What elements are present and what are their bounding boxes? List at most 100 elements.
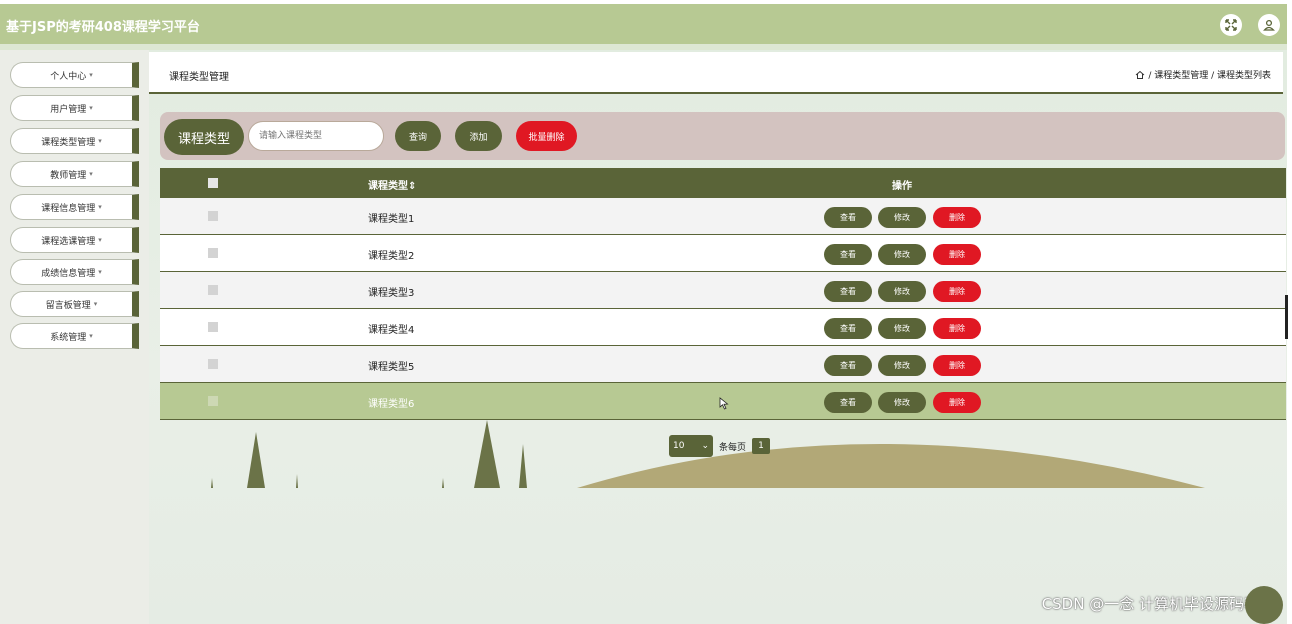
chevron-down-icon: ▾ [89, 71, 93, 79]
sidebar-item-label: 用户管理 [50, 104, 87, 115]
delete-button[interactable]: 删除 [933, 244, 981, 265]
app-title: 基于JSP的考研408课程学习平台 [6, 20, 200, 35]
view-button[interactable]: 查看 [824, 355, 872, 376]
delete-button[interactable]: 删除 [933, 281, 981, 302]
tree-shape [296, 474, 298, 488]
sidebar-item-grades[interactable]: 成绩信息管理 ▾ [10, 259, 139, 285]
edit-button[interactable]: 修改 [878, 207, 926, 228]
edit-button[interactable]: 修改 [878, 244, 926, 265]
page-number-button[interactable]: 1 [752, 438, 771, 454]
sidebar-item-course-types[interactable]: 课程类型管理 ▾ [10, 128, 139, 154]
chevron-down-icon: ▾ [89, 104, 93, 112]
chevron-down-icon: ▾ [98, 203, 102, 211]
edit-button[interactable]: 修改 [878, 318, 926, 339]
table-row: 课程类型6 查看 修改 删除 [160, 383, 1286, 420]
row-checkbox[interactable] [208, 285, 218, 295]
delete-button[interactable]: 删除 [933, 318, 981, 339]
query-button[interactable]: 查询 [395, 121, 441, 151]
breadcrumb-trail: / 课程类型管理 / 课程类型列表 [1148, 71, 1271, 81]
table-row: 课程类型1 查看 修改 删除 [160, 198, 1286, 235]
edit-button[interactable]: 修改 [878, 281, 926, 302]
sidebar-item-system[interactable]: 系统管理 ▾ [10, 323, 139, 349]
edit-button[interactable]: 修改 [878, 355, 926, 376]
chevron-down-icon: ▾ [98, 137, 102, 145]
tree-shape [211, 478, 213, 488]
breadcrumb-bar: 课程类型管理 / 课程类型管理 / 课程类型列表 [149, 52, 1283, 94]
add-button[interactable]: 添加 [455, 121, 502, 151]
sidebar: 个人中心 ▾ 用户管理 ▾ 课程类型管理 ▾ 教师管理 ▾ 课程信息管理 ▾ 课程选课管理… [0, 50, 149, 624]
delete-button[interactable]: 删除 [933, 355, 981, 376]
search-input[interactable] [248, 121, 384, 151]
user-icon[interactable] [1258, 14, 1280, 36]
sidebar-item-course-selection[interactable]: 课程选课管理 ▾ [10, 227, 139, 253]
select-all-checkbox[interactable] [208, 178, 218, 188]
sidebar-item-personal-center[interactable]: 个人中心 ▾ [10, 62, 139, 88]
page-title: 课程类型管理 [169, 72, 229, 83]
sidebar-item-label: 个人中心 [50, 71, 87, 82]
chevron-down-icon: ▾ [98, 268, 102, 276]
breadcrumb: / 课程类型管理 / 课程类型列表 [1135, 68, 1271, 81]
course-type-name: 课程类型5 [368, 362, 415, 373]
row-checkbox[interactable] [208, 211, 218, 221]
table-header: 课程类型⇕ 操作 [160, 168, 1286, 198]
sidebar-item-label: 课程选课管理 [41, 236, 96, 247]
scrollbar-edge [1285, 295, 1288, 339]
sort-icon: ⇕ [408, 181, 417, 192]
tree-shape [474, 420, 500, 488]
view-button[interactable]: 查看 [824, 318, 872, 339]
user-glyph [1263, 19, 1275, 31]
sidebar-item-message-board[interactable]: 留言板管理 ▾ [10, 291, 139, 317]
watermark-text: CSDN @一念 计算机毕设源码程序 [1041, 595, 1274, 613]
edit-button[interactable]: 修改 [878, 392, 926, 413]
home-icon[interactable] [1135, 70, 1145, 80]
column-header-actions: 操作 [892, 181, 912, 192]
search-label: 课程类型 [164, 119, 244, 155]
table-row: 课程类型2 查看 修改 删除 [160, 235, 1286, 272]
fullscreen-icon[interactable] [1220, 14, 1242, 36]
chevron-down-icon: ▾ [89, 332, 93, 340]
search-panel: 课程类型 查询 添加 批量删除 [160, 112, 1285, 160]
delete-button[interactable]: 删除 [933, 392, 981, 413]
sidebar-item-label: 教师管理 [50, 170, 87, 181]
table-row: 课程类型3 查看 修改 删除 [160, 272, 1286, 309]
course-type-name: 课程类型6 [368, 399, 415, 410]
fullscreen-glyph [1225, 19, 1237, 31]
chevron-down-icon: ⌄ [701, 441, 709, 451]
per-page-label: 条每页 [719, 442, 747, 453]
view-button[interactable]: 查看 [824, 244, 872, 265]
row-checkbox[interactable] [208, 248, 218, 258]
view-button[interactable]: 查看 [824, 207, 872, 228]
pagination: 10 ⌄ 条每页 1 [669, 435, 771, 457]
sidebar-item-label: 课程信息管理 [41, 203, 96, 214]
table-row: 课程类型4 查看 修改 删除 [160, 309, 1286, 346]
sidebar-item-label: 留言板管理 [45, 300, 91, 311]
sidebar-item-users[interactable]: 用户管理 ▾ [10, 95, 139, 121]
batch-delete-button[interactable]: 批量删除 [516, 121, 577, 151]
tree-shape [519, 444, 527, 488]
column-header-course-type[interactable]: 课程类型⇕ [368, 177, 416, 192]
delete-button[interactable]: 删除 [933, 207, 981, 228]
chevron-down-icon: ▾ [89, 170, 93, 178]
sidebar-item-label: 课程类型管理 [41, 137, 96, 148]
row-checkbox[interactable] [208, 359, 218, 369]
page-size-select[interactable]: 10 ⌄ [669, 435, 713, 457]
view-button[interactable]: 查看 [824, 392, 872, 413]
chevron-down-icon: ▾ [98, 236, 102, 244]
course-type-name: 课程类型2 [368, 251, 415, 262]
tree-shape [442, 478, 444, 488]
main-content: 课程类型管理 / 课程类型管理 / 课程类型列表 课程类型 查询 添加 批量删除… [149, 50, 1287, 624]
row-checkbox[interactable] [208, 396, 218, 406]
page-size-value: 10 [673, 441, 685, 451]
column-header-label: 课程类型 [368, 181, 408, 192]
view-button[interactable]: 查看 [824, 281, 872, 302]
chevron-down-icon: ▾ [93, 300, 98, 308]
course-type-name: 课程类型1 [368, 214, 415, 225]
sidebar-item-label: 成绩信息管理 [41, 268, 96, 279]
sidebar-item-teachers[interactable]: 教师管理 ▾ [10, 161, 139, 187]
tree-shape [247, 432, 265, 488]
top-header: 基于JSP的考研408课程学习平台 [0, 4, 1287, 44]
row-checkbox[interactable] [208, 322, 218, 332]
mouse-cursor-icon [719, 397, 729, 410]
sidebar-item-course-info[interactable]: 课程信息管理 ▾ [10, 194, 139, 220]
floating-action-button[interactable] [1245, 586, 1283, 624]
